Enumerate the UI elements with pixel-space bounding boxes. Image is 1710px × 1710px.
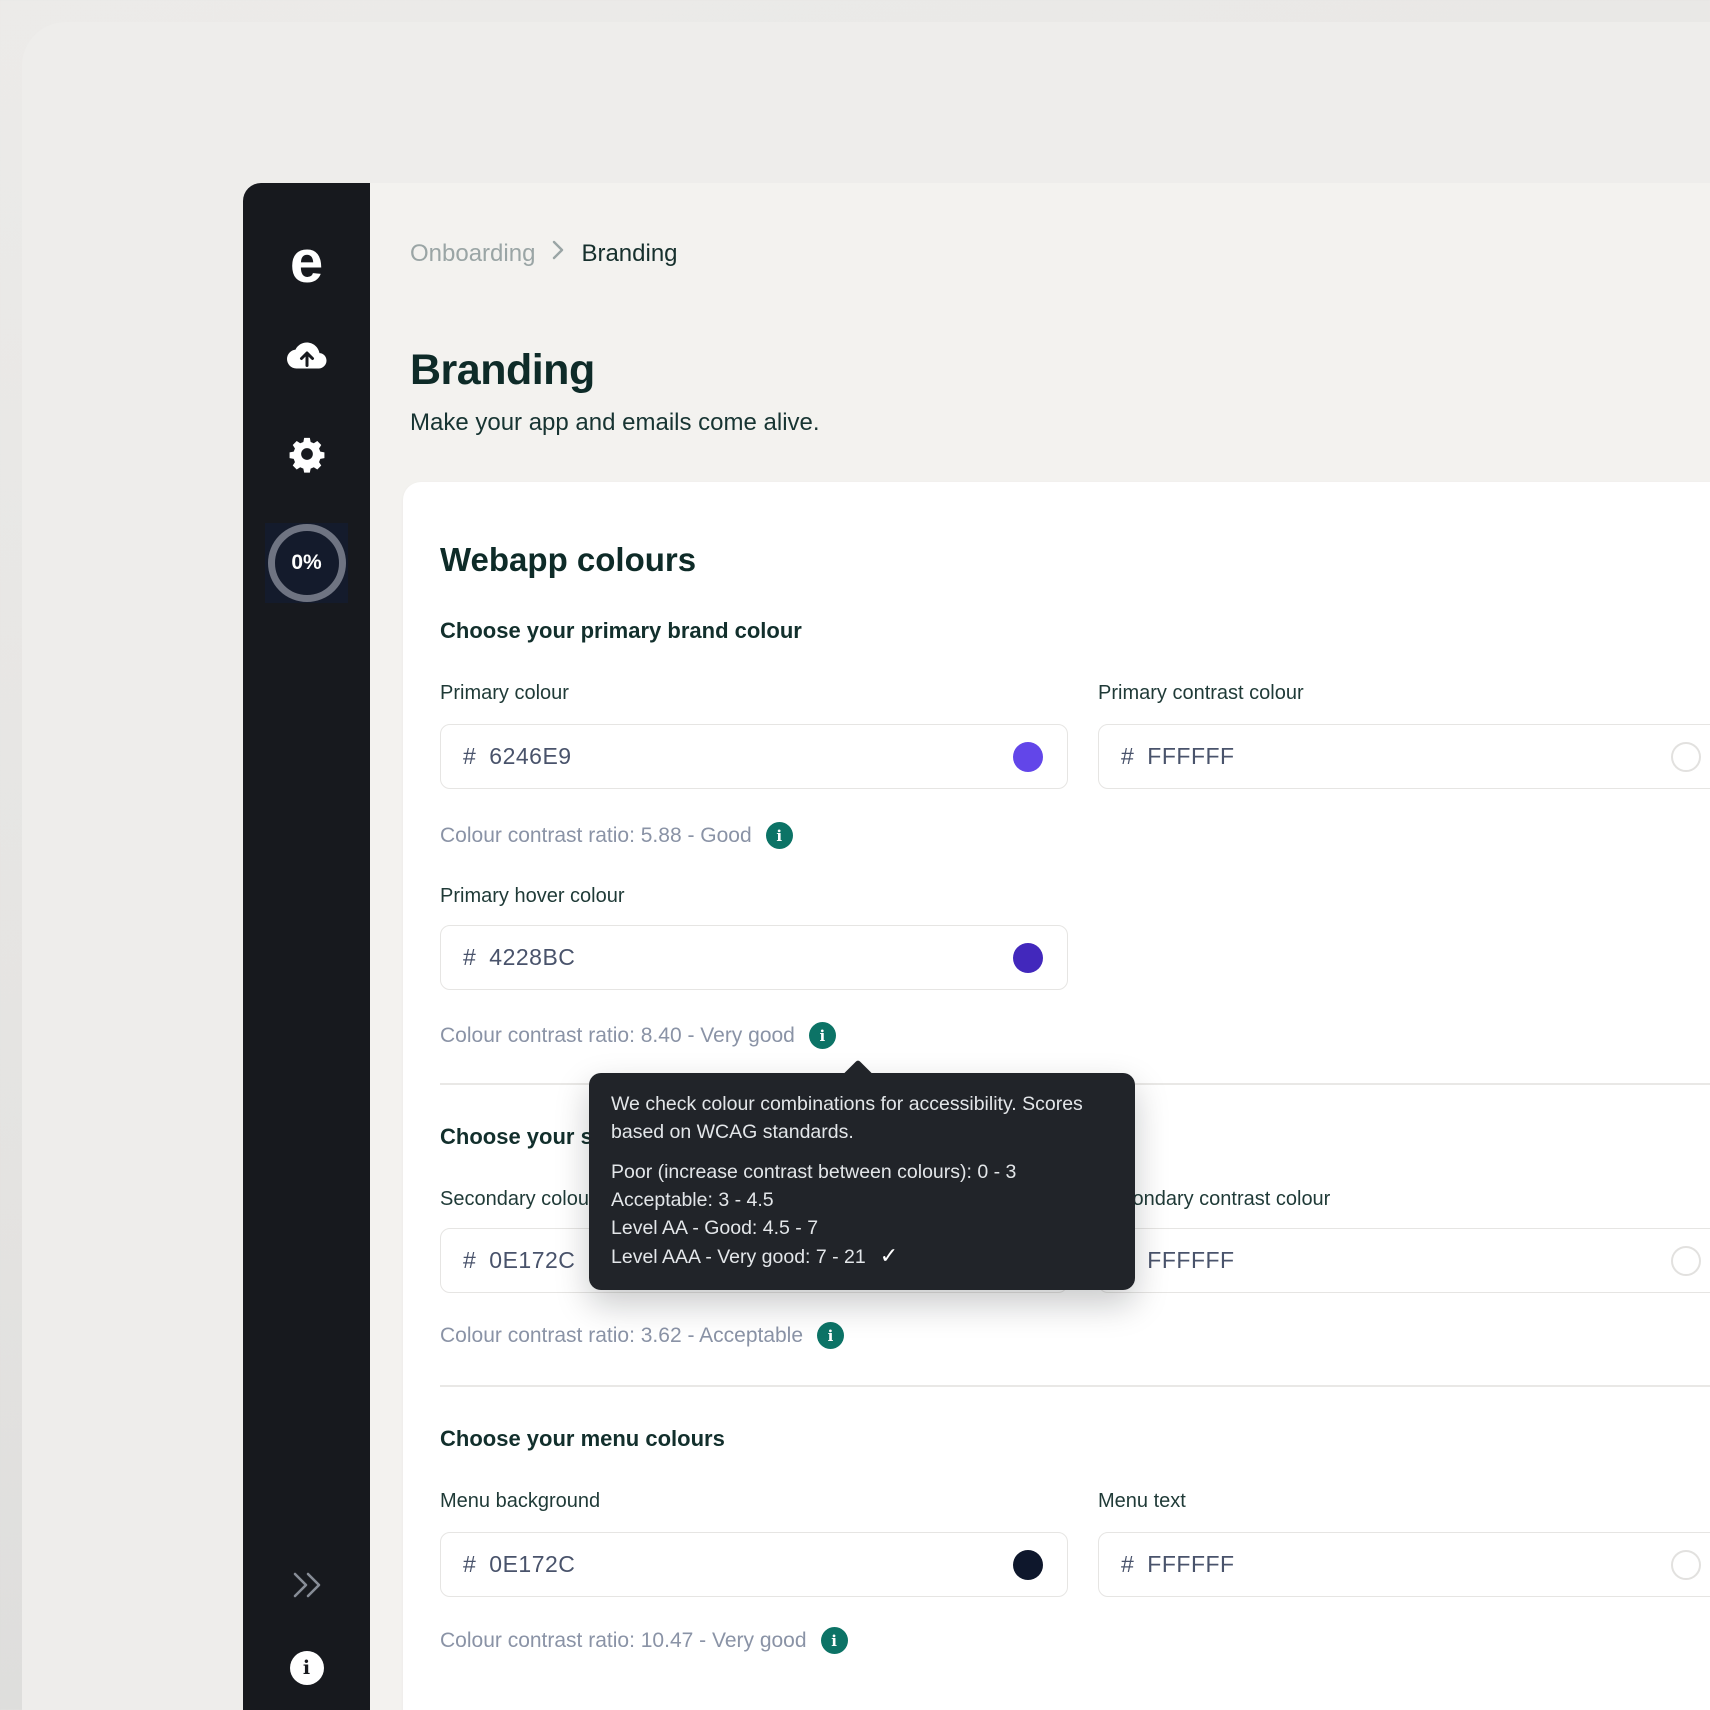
info-icon[interactable]: i <box>809 1022 836 1049</box>
card-title: Webapp colours <box>440 541 696 579</box>
app-logo-letter: e <box>290 227 323 296</box>
primary-colour-value: 6246E9 <box>489 743 571 770</box>
ratio-text: Colour contrast ratio: 5.88 - Good <box>440 824 752 848</box>
info-icon[interactable]: i <box>821 1627 848 1654</box>
tooltip-score-acceptable: Acceptable: 3 - 4.5 <box>611 1186 1113 1214</box>
menu-background-input[interactable]: # 0E172C <box>440 1532 1068 1597</box>
secondary-contrast-value: FFFFFF <box>1147 1247 1234 1274</box>
chevron-right-icon <box>551 239 565 268</box>
primary-contrast-input[interactable]: # FFFFFF <box>1098 724 1710 789</box>
secondary-contrast-swatch[interactable] <box>1671 1246 1701 1276</box>
menu-section-heading: Choose your menu colours <box>440 1426 725 1452</box>
menu-text-input[interactable]: # FFFFFF <box>1098 1532 1710 1597</box>
menu-text-value: FFFFFF <box>1147 1551 1234 1578</box>
primary-contrast-swatch[interactable] <box>1671 742 1701 772</box>
sidebar-item-settings[interactable] <box>243 437 370 475</box>
primary-hover-value: 4228BC <box>489 944 575 971</box>
check-icon: ✓ <box>880 1242 898 1270</box>
info-icon[interactable]: i <box>817 1322 844 1349</box>
info-icon[interactable]: i <box>766 822 793 849</box>
menu-background-swatch[interactable] <box>1013 1550 1043 1580</box>
secondary-contrast-ratio: Colour contrast ratio: 3.62 - Acceptable… <box>440 1322 844 1349</box>
gear-icon <box>288 435 326 478</box>
secondary-contrast-input[interactable]: # FFFFFF <box>1098 1228 1710 1293</box>
tooltip-score-aaa: Level AAA - Very good: 7 - 21✓ <box>611 1242 1113 1271</box>
sidebar-help-button[interactable]: i <box>243 1651 370 1685</box>
page-title: Branding <box>410 346 595 395</box>
primary-hover-label: Primary hover colour <box>440 885 625 908</box>
primary-contrast-value: FFFFFF <box>1147 743 1234 770</box>
hex-prefix: # <box>463 1551 476 1578</box>
tooltip-score-poor: Poor (increase contrast between colours)… <box>611 1158 1113 1186</box>
menu-text-label: Menu text <box>1098 1490 1186 1513</box>
breadcrumb: Onboarding Branding <box>410 239 678 268</box>
primary-section-heading: Choose your primary brand colour <box>440 618 802 644</box>
sidebar-expand-button[interactable] <box>243 1572 370 1602</box>
ratio-text: Colour contrast ratio: 10.47 - Very good <box>440 1629 807 1653</box>
primary-contrast-label: Primary contrast colour <box>1098 682 1304 705</box>
cloud-upload-icon <box>286 340 328 379</box>
secondary-colour-label: Secondary colour <box>440 1188 596 1211</box>
menu-text-swatch[interactable] <box>1671 1550 1701 1580</box>
onboarding-progress[interactable]: 0% <box>265 523 348 603</box>
primary-colour-swatch[interactable] <box>1013 742 1043 772</box>
app-logo[interactable]: e <box>243 231 370 291</box>
tooltip-caret <box>842 1059 873 1090</box>
primary-colour-label: Primary colour <box>440 682 569 705</box>
primary-contrast-ratio: Colour contrast ratio: 5.88 - Good i <box>440 822 793 849</box>
double-chevron-right-icon <box>287 1570 327 1605</box>
progress-ring: 0% <box>268 524 346 602</box>
menu-background-label: Menu background <box>440 1490 600 1513</box>
sidebar: e 0% <box>243 183 370 1710</box>
hex-prefix: # <box>1121 743 1134 770</box>
primary-hover-input[interactable]: # 4228BC <box>440 925 1068 990</box>
webapp-colours-card: Webapp colours Choose your primary brand… <box>403 482 1710 1710</box>
progress-value: 0% <box>291 551 321 575</box>
menu-background-value: 0E172C <box>489 1551 575 1578</box>
menu-contrast-ratio: Colour contrast ratio: 10.47 - Very good… <box>440 1627 848 1654</box>
tooltip-score-aa: Level AA - Good: 4.5 - 7 <box>611 1214 1113 1242</box>
hex-prefix: # <box>463 743 476 770</box>
breadcrumb-item-branding: Branding <box>581 240 677 268</box>
primary-hover-swatch[interactable] <box>1013 943 1043 973</box>
hex-prefix: # <box>463 1247 476 1274</box>
tooltip-intro: We check colour combinations for accessi… <box>611 1090 1113 1146</box>
hex-prefix: # <box>1121 1551 1134 1578</box>
secondary-colour-value: 0E172C <box>489 1247 575 1274</box>
ratio-text: Colour contrast ratio: 8.40 - Very good <box>440 1024 795 1048</box>
sidebar-item-upload[interactable] <box>243 342 370 376</box>
wcag-tooltip: We check colour combinations for accessi… <box>589 1073 1135 1290</box>
primary-colour-input[interactable]: # 6246E9 <box>440 724 1068 789</box>
hex-prefix: # <box>463 944 476 971</box>
hover-contrast-ratio: Colour contrast ratio: 8.40 - Very good … <box>440 1022 836 1049</box>
page-subtitle: Make your app and emails come alive. <box>410 409 820 437</box>
ratio-text: Colour contrast ratio: 3.62 - Acceptable <box>440 1324 803 1348</box>
info-icon: i <box>290 1651 324 1685</box>
breadcrumb-item-onboarding[interactable]: Onboarding <box>410 240 535 268</box>
section-divider <box>440 1385 1710 1387</box>
